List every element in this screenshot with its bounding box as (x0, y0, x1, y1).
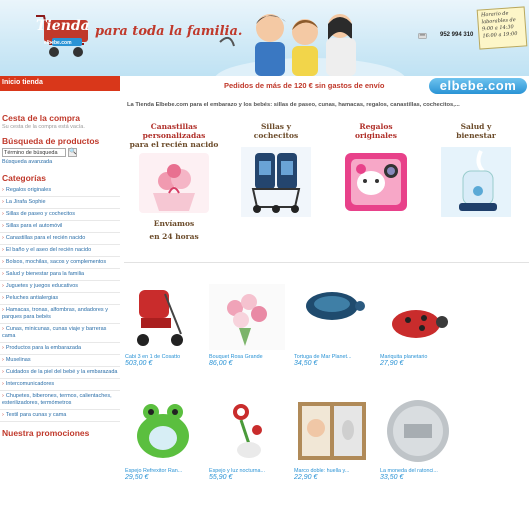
sidebar: Cesta de la compra Su cesta de la compra… (0, 92, 120, 519)
featured-title-line: bienestar (456, 131, 496, 140)
bouquet-image (209, 284, 285, 350)
category-item[interactable]: Salud y bienestar para la familia (0, 269, 120, 281)
cart-empty-text: Su cesta de la compra está vacía. (2, 124, 85, 130)
gift-basket-image (139, 153, 209, 213)
category-item[interactable]: Juguetes y juegos educativos (0, 281, 120, 293)
search-title: Búsqueda de productos (2, 136, 100, 146)
promo-bar: Pedidos de más de 120 € sin gastos de en… (120, 78, 529, 94)
mirror-light-image (233, 404, 262, 458)
category-item[interactable]: Cuidados de la piel del bebé y la embara… (0, 367, 120, 379)
product-price: 86,00 € (209, 360, 233, 367)
product-price: 55,90 € (209, 474, 233, 481)
home-link[interactable]: Inicio tienda (0, 76, 120, 91)
featured-title-line: originales (354, 131, 398, 140)
product-price: 27,90 € (380, 360, 404, 367)
search-form: 🔍 (2, 148, 118, 157)
category-item[interactable]: El baño y el aseo del recién nacido (0, 245, 120, 257)
product-price: 34,50 € (294, 360, 318, 367)
category-item[interactable]: Textil para cunas y cama (0, 410, 120, 422)
featured-canastillas[interactable]: Canastillas personalizadas para el recié… (128, 122, 220, 256)
logo-subtext: elbebe.com (44, 40, 72, 46)
category-item[interactable]: Peluches antialergias (0, 293, 120, 305)
promotions-title: Nuestra promociones (2, 428, 90, 438)
product-price: 33,50 € (380, 474, 404, 481)
coin-image (387, 400, 449, 462)
featured-regalos[interactable]: Regalos originales (330, 122, 422, 256)
family-illustration (215, 14, 405, 76)
brand-logo[interactable]: elbebe.com (429, 78, 527, 94)
product-price: 503,00 € (125, 360, 153, 367)
shipping-line: Envíamos (153, 219, 195, 228)
category-list: Regalos originales La Jirafa Sophie Sill… (0, 185, 120, 422)
ladybug-nightlight-image (392, 310, 448, 338)
category-item[interactable]: Muselinas (0, 355, 120, 367)
category-item[interactable]: Intercomunicadores (0, 379, 120, 391)
category-item[interactable]: Productos para la embarazada (0, 343, 120, 355)
product-card[interactable]: Cabi 3 en 1 de Cosatto 503,00 € (125, 284, 205, 394)
featured-title-line: cochecitos (253, 131, 299, 140)
product-card[interactable]: La moneda del ratonci... 33,50 € (380, 398, 460, 508)
phone-icon (418, 33, 427, 39)
featured-sillas[interactable]: Sillas y cochecitos (230, 122, 322, 256)
phone-number: 952 994 310 (440, 32, 474, 38)
product-price: 29,50 € (125, 474, 149, 481)
product-card[interactable]: Espejo Refrexitor Ran... 29,50 € (125, 398, 205, 508)
category-item[interactable]: Chupetes, biberones, termos, calientache… (0, 391, 120, 410)
featured-title-line: personalizadas (142, 131, 206, 140)
logo-text: Tienda (36, 18, 90, 34)
frog-mirror-image (137, 404, 189, 458)
category-item[interactable]: Regalos originales (0, 185, 120, 197)
search-input[interactable] (2, 148, 66, 157)
hello-kitty-camera-image (345, 153, 407, 211)
featured-title-line: Sillas y (260, 122, 291, 131)
featured-title-line: Regalos (359, 122, 393, 131)
product-card[interactable]: Marco doble: huella y... 22,90 € (294, 398, 374, 508)
category-item[interactable]: Bolsos, mochilas, sacos y complementos (0, 257, 120, 269)
cart-title[interactable]: Cesta de la compra (2, 113, 118, 123)
category-item[interactable]: Sillas de paseo y cochecitos (0, 209, 120, 221)
site-header: Tienda elbebe.com para toda la familia. … (0, 0, 529, 76)
free-shipping-notice: Pedidos de más de 120 € sin gastos de en… (224, 81, 385, 90)
hours-afternoon: 16:00 a 19:00 (482, 30, 518, 40)
featured-salud[interactable]: Salud y bienestar (430, 122, 522, 256)
turtle-nightlight-image (306, 292, 365, 320)
shipping-line: en 24 horas (149, 232, 199, 241)
featured-categories: Canastillas personalizadas para el recié… (128, 122, 528, 256)
hours-note: Horario de laborables de 9:00 a 14:30 16… (476, 6, 528, 50)
category-item[interactable]: La Jirafa Sophie (0, 197, 120, 209)
product-card[interactable]: Espejo y luz nocturna... 55,90 € (209, 398, 289, 508)
twin-stroller-image (241, 147, 311, 217)
featured-title-line: Salud y (460, 122, 492, 131)
product-card[interactable]: Bouquet Rosa Grande 86,00 € (209, 284, 289, 394)
categories-title: Categorías (2, 173, 46, 183)
stroller-image (137, 290, 183, 346)
footprint-frame-image (298, 402, 366, 460)
intro-text: La Tienda Elbebe.com para el embarazo y … (127, 102, 460, 108)
category-item[interactable]: Sillas para el automóvil (0, 221, 120, 233)
category-item[interactable]: Hamacas, tronas, alfombras, andadores y … (0, 305, 120, 324)
featured-title-line: Canastillas (150, 122, 198, 131)
shopping-cart-logo[interactable] (32, 8, 94, 64)
product-price: 22,90 € (294, 474, 318, 481)
hours-title: Horario de laborables de (480, 10, 516, 26)
featured-title-line: para el recién nacido (129, 140, 219, 149)
advanced-search-link[interactable]: Búsqueda avanzada (2, 159, 118, 165)
search-icon[interactable]: 🔍 (68, 148, 77, 157)
section-divider (124, 262, 529, 263)
category-item[interactable]: Canastillas para el recién nacido (0, 233, 120, 245)
product-card[interactable]: Mariquita planetario 27,90 € (380, 284, 460, 394)
humidifier-image (441, 147, 511, 217)
category-item[interactable]: Cunas, minicunas, cunas viaje y barreras… (0, 324, 120, 343)
product-card[interactable]: Tortuga de Mar Planet... 34,50 € (294, 284, 374, 394)
